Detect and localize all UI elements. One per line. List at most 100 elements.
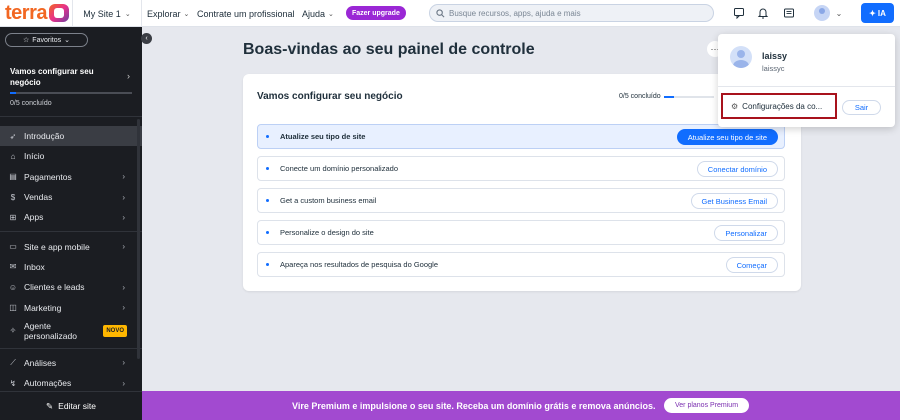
task-row[interactable]: Apareça nos resultados de pesquisa do Go… <box>257 252 785 277</box>
setup-progress-block[interactable]: Vamos configurar seu negócio › 0/5 concl… <box>0 55 142 117</box>
task-action-button[interactable]: Get Business Email <box>690 193 778 209</box>
search-input[interactable] <box>449 8 699 18</box>
edit-site-button[interactable]: ✎ Editar site <box>0 391 142 420</box>
sidebar-item-10[interactable]: ⟋ Análises › <box>0 353 142 373</box>
setup-progress-bar <box>10 92 132 94</box>
chevron-down-icon: ⌄ <box>124 10 131 18</box>
site-selector[interactable]: My Site 1 ⌄ <box>72 0 142 27</box>
favorites-button[interactable]: ☆ Favoritos ⌄ <box>5 33 88 47</box>
logo-mark-icon <box>48 4 69 22</box>
nav-hire-professional[interactable]: Contrate um profissional <box>197 0 295 27</box>
card-title: Vamos configurar seu negócio <box>257 91 403 102</box>
task-label: Personalize o design do site <box>280 228 374 237</box>
chevron-right-icon: › <box>122 192 125 202</box>
bullet-icon <box>266 167 269 170</box>
chevron-right-icon: › <box>122 282 125 292</box>
task-row[interactable]: Conecte um domínio personalizado Conectar… <box>257 156 785 181</box>
nav-help[interactable]: Ajuda ⌄ <box>302 0 334 27</box>
task-row[interactable]: Personalize o design do site Personalizar <box>257 220 785 245</box>
inbox-icon: ✉ <box>9 262 17 272</box>
sidebar-item-3[interactable]: $ Vendas › <box>0 187 142 207</box>
sidebar-item-5[interactable]: ▭ Site e app mobile › <box>0 236 142 256</box>
chevron-right-icon: › <box>122 242 125 252</box>
sidebar-item-label: Apps <box>24 212 44 223</box>
nav-hire-label: Contrate um profissional <box>197 8 295 19</box>
task-action-button[interactable]: Conectar domínio <box>696 161 778 177</box>
search-bar[interactable] <box>429 4 714 22</box>
chevron-right-icon: › <box>122 172 125 182</box>
sidebar-item-label: Pagamentos <box>24 171 72 182</box>
gear-icon: ⚙ <box>731 101 739 111</box>
ai-button[interactable]: ✦ IA <box>861 3 894 23</box>
account-username: laissyc <box>762 64 785 73</box>
sidebar-scrollbar[interactable] <box>137 119 140 359</box>
account-settings-item[interactable]: ⚙ Configurações da co... <box>721 93 837 119</box>
chevron-right-icon: › <box>127 71 130 81</box>
sidebar-item-4[interactable]: ⊞ Apps › <box>0 207 142 227</box>
divider <box>0 347 142 349</box>
page-title: Boas-vindas ao seu painel de controle <box>243 41 535 58</box>
sidebar-item-label: Clientes e leads <box>24 282 85 293</box>
top-bar: terra My Site 1 ⌄ Explorar ⌄ Contrate um… <box>0 0 900 27</box>
news-icon[interactable] <box>780 4 798 22</box>
logo[interactable]: terra <box>5 0 69 27</box>
task-row[interactable]: Get a custom business email Get Business … <box>257 188 785 213</box>
chevron-right-icon: › <box>122 358 125 368</box>
setup-title: Vamos configurar seu negócio <box>10 67 94 87</box>
sidebar-item-8[interactable]: ◫ Marketing › <box>0 297 142 317</box>
sidebar-item-label: Início <box>24 151 45 162</box>
sidebar-item-label: Vendas <box>24 192 53 203</box>
chevron-down-icon: ⌄ <box>183 10 190 18</box>
sidebar-item-label: Inbox <box>24 261 45 272</box>
bell-icon[interactable] <box>754 4 772 22</box>
avatar <box>730 46 752 68</box>
home-icon: ⌂ <box>10 151 16 161</box>
bullet-icon <box>266 135 269 138</box>
task-label: Conecte um domínio personalizado <box>280 164 398 173</box>
logout-button[interactable]: Sair <box>842 100 881 115</box>
sidebar-item-9[interactable]: ✧ Agente personalizado NOVO <box>0 318 142 344</box>
apps-icon: ⊞ <box>9 212 17 222</box>
collapse-sidebar-button[interactable]: ‹ <box>141 33 152 44</box>
chevron-right-icon: › <box>122 378 125 388</box>
logo-text: terra <box>5 2 47 24</box>
sidebar-item-6[interactable]: ✉ Inbox <box>0 257 142 277</box>
bullet-icon <box>266 263 269 266</box>
favorites-label: Favoritos <box>32 36 62 44</box>
sidebar-item-label: Site e app mobile <box>24 241 90 252</box>
nav-explore[interactable]: Explorar ⌄ <box>147 0 189 27</box>
sidebar-item-2[interactable]: ▤ Pagamentos › <box>0 167 142 187</box>
sidebar-item-7[interactable]: ☺ Clientes e leads › <box>0 277 142 297</box>
task-label: Get a custom business email <box>280 196 377 205</box>
sidebar-item-1[interactable]: ⌂ Início <box>0 146 142 166</box>
task-row[interactable]: Atualize seu tipo de site Atualize seu ti… <box>257 124 785 149</box>
ai-button-label: IA <box>877 8 886 18</box>
premium-plans-button[interactable]: Ver planos Premium <box>664 398 750 413</box>
sidebar-item-0[interactable]: ➶ Introdução <box>0 126 142 147</box>
account-settings-label: Configurações da co... <box>742 101 823 111</box>
task-action-button[interactable]: Atualize seu tipo de site <box>676 129 778 145</box>
sidebar-item-label: Agente personalizado <box>24 320 77 341</box>
task-action-button[interactable]: Começar <box>725 257 778 273</box>
avatar[interactable] <box>814 5 830 21</box>
task-action-button[interactable]: Personalizar <box>714 225 778 241</box>
account-menu: laissy laissyc ⚙ Configurações da co... … <box>718 34 895 127</box>
chat-icon[interactable] <box>730 4 748 22</box>
upgrade-button[interactable]: Fazer upgrade <box>346 6 406 20</box>
setup-progress-fill <box>10 92 17 94</box>
sidebar-item-label: Análises <box>24 357 57 368</box>
sidebar-item-label: Introdução <box>24 131 65 142</box>
chevron-down-icon[interactable]: ⌄ <box>830 4 848 22</box>
rocket-icon: ➶ <box>9 131 17 141</box>
chevron-right-icon: › <box>122 303 125 313</box>
star-icon: ☆ <box>23 37 30 44</box>
sidebar: ☆ Favoritos ⌄ Vamos configurar seu negóc… <box>0 27 142 420</box>
nav-help-label: Ajuda <box>302 8 326 19</box>
sales-icon: $ <box>10 192 16 202</box>
card-progress-bar <box>664 96 714 98</box>
automation-icon: ↯ <box>9 378 17 388</box>
analytics-icon: ⟋ <box>10 357 16 367</box>
chevron-down-icon: ⌄ <box>64 37 70 44</box>
clients-icon: ☺ <box>8 282 18 292</box>
edit-site-label: Editar site <box>58 401 96 411</box>
